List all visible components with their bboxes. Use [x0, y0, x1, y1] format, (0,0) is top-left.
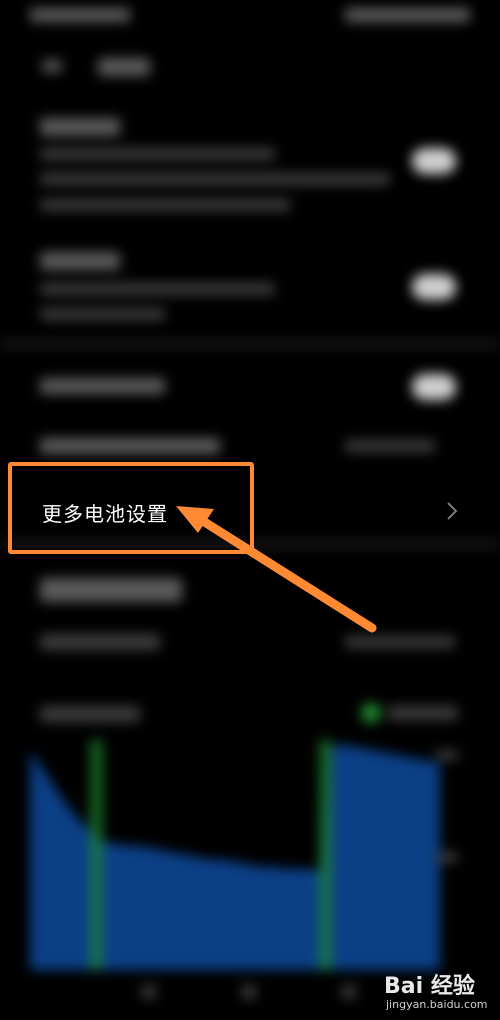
nav-home[interactable]	[242, 985, 256, 999]
setting-title	[40, 378, 165, 394]
highlight-box	[8, 462, 254, 554]
setting-title	[40, 118, 120, 136]
section-title	[40, 578, 182, 602]
legend-swatch	[362, 704, 380, 722]
setting-desc	[40, 173, 390, 185]
stat-value	[345, 636, 455, 648]
section-divider	[0, 340, 500, 348]
battery-usage-chart	[30, 740, 440, 970]
legend-label	[388, 706, 458, 720]
setting-title	[40, 252, 120, 270]
status-icons	[345, 8, 470, 22]
page-title	[98, 58, 150, 76]
axis-tick	[436, 852, 458, 862]
nav-back[interactable]	[142, 985, 156, 999]
toggle-switch[interactable]	[412, 374, 456, 400]
setting-desc	[40, 283, 275, 295]
chart-label	[40, 706, 140, 722]
watermark-brand: Bai 经验	[384, 974, 475, 999]
setting-desc	[40, 308, 165, 320]
setting-title	[40, 438, 220, 454]
toggle-switch[interactable]	[412, 274, 456, 300]
setting-desc	[40, 148, 275, 160]
status-time	[30, 8, 130, 22]
stat-label	[40, 634, 160, 650]
charging-segment	[90, 740, 103, 970]
back-icon[interactable]	[42, 60, 62, 72]
setting-desc	[40, 199, 290, 211]
toggle-switch[interactable]	[412, 148, 456, 174]
chevron-right-icon	[447, 502, 458, 520]
nav-recents[interactable]	[342, 985, 356, 999]
setting-value	[345, 440, 435, 452]
watermark-url: jingyan.baidu.com	[386, 998, 488, 1011]
axis-tick	[436, 750, 458, 760]
charging-segment	[319, 740, 332, 970]
